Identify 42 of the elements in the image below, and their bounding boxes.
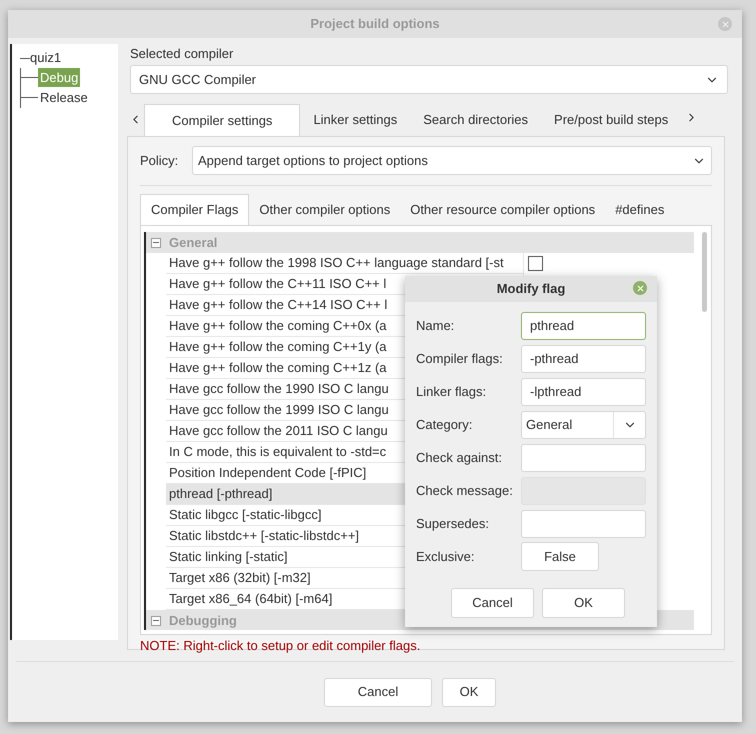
dialog-button[interactable]: Cancel bbox=[451, 588, 534, 618]
category-dropdown[interactable]: General bbox=[521, 410, 646, 438]
window-title: Project build options bbox=[310, 15, 440, 34]
tab[interactable]: Other resource compiler options bbox=[400, 194, 606, 225]
scrollbar[interactable] bbox=[702, 232, 707, 312]
category-label: Debugging bbox=[169, 612, 237, 630]
tab[interactable]: Search directories bbox=[410, 104, 542, 136]
tree-item[interactable]: quiz1 bbox=[30, 48, 62, 68]
exclusive-toggle-button[interactable]: False bbox=[521, 542, 599, 571]
text-field[interactable] bbox=[521, 444, 646, 472]
collapse-icon[interactable] bbox=[151, 616, 161, 626]
close-button[interactable] bbox=[633, 281, 647, 295]
category-label: General bbox=[169, 234, 218, 252]
policy-label: Policy: bbox=[140, 152, 180, 170]
collapse-icon[interactable] bbox=[151, 238, 161, 248]
tab[interactable]: Other compiler options bbox=[249, 194, 400, 225]
group-label: Selected compiler bbox=[130, 45, 234, 60]
text-field[interactable] bbox=[521, 510, 646, 538]
field-label: Name: bbox=[416, 316, 456, 335]
compiler-dropdown[interactable]: GNU GCC Compiler bbox=[130, 65, 728, 94]
text-field[interactable]: -pthread bbox=[521, 344, 646, 372]
field-label: Exclusive: bbox=[416, 548, 476, 566]
field-label: Check message: bbox=[416, 482, 514, 500]
field-label: Linker flags: bbox=[416, 382, 488, 401]
text-field[interactable]: -lpthread bbox=[521, 378, 646, 406]
dialog-button[interactable]: OK bbox=[542, 588, 625, 618]
tree-item[interactable]: Release bbox=[38, 88, 90, 108]
tab[interactable]: Compiler Flags bbox=[140, 194, 250, 225]
close-icon bbox=[720, 20, 730, 28]
text-field[interactable]: pthread bbox=[521, 312, 646, 340]
tab[interactable]: Linker settings bbox=[300, 104, 410, 136]
flag-checkbox[interactable] bbox=[528, 256, 543, 271]
tab[interactable]: Compiler settings bbox=[144, 104, 300, 136]
close-button[interactable] bbox=[718, 17, 732, 31]
close-icon bbox=[636, 284, 644, 292]
dialog-button[interactable]: OK bbox=[442, 678, 496, 706]
policy-dropdown[interactable]: Append target options to project options bbox=[192, 146, 712, 175]
dialog-button[interactable]: Cancel bbox=[324, 678, 432, 706]
tab[interactable]: #defines bbox=[605, 194, 674, 225]
flag-row[interactable]: Have g++ follow the 1998 ISO C++ language standard [-st bbox=[166, 253, 523, 274]
note-text: NOTE: Right-click to setup or edit compiler flags. bbox=[140, 637, 422, 655]
tab[interactable]: Pre/post build steps bbox=[541, 104, 682, 136]
